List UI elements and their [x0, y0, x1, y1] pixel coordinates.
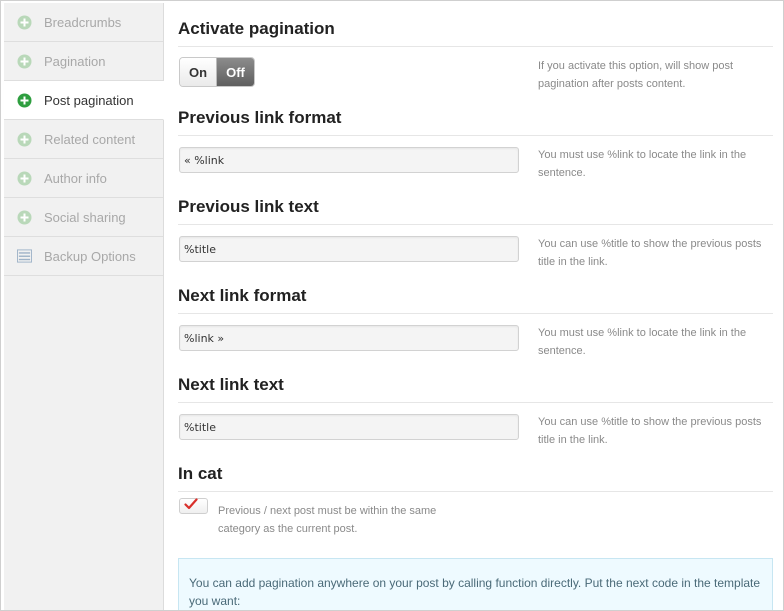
sidebar-item-label: Pagination [44, 53, 106, 69]
section-title: Previous link format [178, 108, 342, 127]
previous-link-text-section: Previous link text You can use %title to… [178, 193, 773, 273]
field-description: You must use %link to locate the link in… [538, 327, 747, 357]
info-notice: You can add pagination anywhere on your … [178, 558, 773, 610]
checkmark-icon [184, 498, 198, 510]
previous-link-text-input[interactable] [179, 236, 519, 262]
main-content: Activate pagination On Off If you activa… [165, 1, 783, 610]
plus-circle-icon [17, 93, 32, 108]
sidebar-item-social-sharing[interactable]: Social sharing [4, 198, 163, 237]
in-cat-section: In cat Previous / next post must be with… [178, 460, 773, 550]
activate-toggle[interactable]: On Off [179, 57, 255, 87]
sidebar-item-label: Backup Options [44, 248, 136, 264]
field-description: Previous / next post must be within the … [218, 505, 437, 535]
section-title: Next link text [178, 375, 284, 394]
divider [178, 491, 773, 492]
section-title: Next link format [178, 286, 307, 305]
divider [178, 224, 773, 225]
divider [178, 313, 773, 314]
section-title: Previous link text [178, 197, 319, 216]
sidebar-item-label: Social sharing [44, 209, 126, 225]
next-link-format-section: Next link format You must use %link to l… [178, 282, 773, 362]
toggle-on-button[interactable]: On [180, 58, 217, 86]
divider [178, 46, 773, 47]
field-description: If you activate this option, will show p… [538, 60, 734, 90]
plus-circle-icon [17, 15, 32, 30]
sidebar-item-label: Breadcrumbs [44, 14, 122, 30]
field-description: You must use %link to locate the link in… [538, 149, 747, 179]
section-title: In cat [178, 464, 223, 483]
plus-circle-icon [17, 171, 32, 186]
toggle-off-button[interactable]: Off [217, 58, 254, 86]
next-link-text-section: Next link text You can use %title to sho… [178, 371, 773, 451]
section-title: Activate pagination [178, 19, 335, 38]
plus-circle-icon [17, 132, 32, 147]
field-description: You can use %title to show the previous … [538, 238, 762, 268]
next-link-format-input[interactable] [179, 325, 519, 351]
previous-link-format-section: Previous link format You must use %link … [178, 104, 773, 184]
sidebar: Breadcrumbs Pagination Post pagination R… [4, 3, 164, 610]
sidebar-item-related-content[interactable]: Related content [4, 120, 163, 159]
info-text: You can add pagination anywhere on your … [189, 576, 761, 608]
divider [178, 402, 773, 403]
sidebar-item-label: Author info [44, 170, 107, 186]
sidebar-item-label: Post pagination [44, 92, 134, 108]
plus-circle-icon [17, 210, 32, 225]
activate-pagination-section: Activate pagination On Off If you activa… [178, 15, 773, 95]
settings-panel: Breadcrumbs Pagination Post pagination R… [0, 0, 784, 611]
divider [178, 135, 773, 136]
next-link-text-input[interactable] [179, 414, 519, 440]
sidebar-item-pagination[interactable]: Pagination [4, 42, 163, 81]
sidebar-item-author-info[interactable]: Author info [4, 159, 163, 198]
sidebar-item-label: Related content [44, 131, 136, 147]
plus-circle-icon [17, 54, 32, 69]
backup-icon [17, 249, 32, 264]
in-cat-checkbox[interactable] [179, 498, 208, 514]
previous-link-format-input[interactable] [179, 147, 519, 173]
sidebar-item-breadcrumbs[interactable]: Breadcrumbs [4, 3, 163, 42]
sidebar-item-backup-options[interactable]: Backup Options [4, 237, 163, 276]
sidebar-item-post-pagination[interactable]: Post pagination [4, 81, 164, 120]
field-description: You can use %title to show the previous … [538, 416, 762, 446]
